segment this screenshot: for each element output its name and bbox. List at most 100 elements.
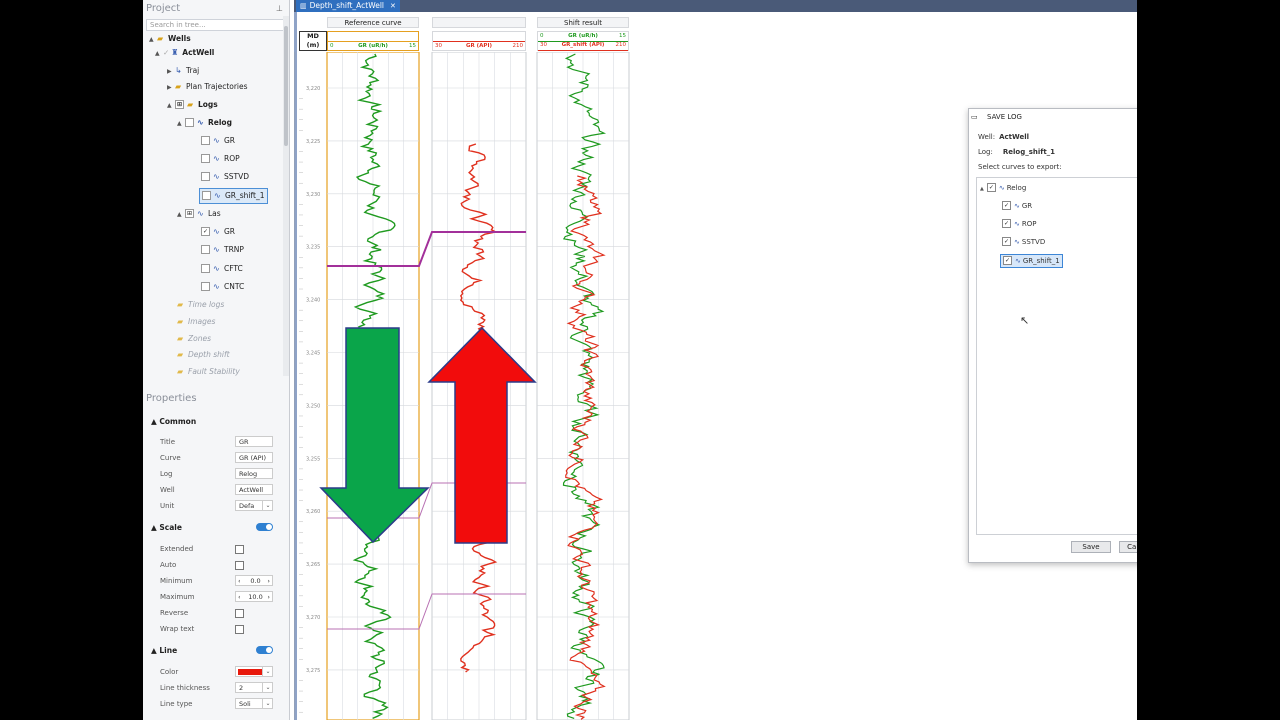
depth-label: 3,270 — [306, 615, 320, 621]
tree-item-las-gr[interactable]: ✓ ∿ GR — [201, 225, 235, 239]
chevron-down-icon[interactable]: ⌄ — [262, 699, 273, 708]
dialog-title-bar: ▭SAVE LOG✕ — [969, 109, 1137, 125]
tree-item-time-logs[interactable]: ▰ Time logs — [177, 298, 224, 312]
result-curve-header: 0 GR (uR/h) 15 30 GR_shift (API) 210 — [537, 31, 629, 51]
depth-label: 3,265 — [306, 562, 320, 568]
list-item-rop[interactable]: ✓ ∿ ROP — [1002, 218, 1036, 230]
project-panel-title: Project — [146, 3, 181, 14]
prop-title-label: Title — [160, 438, 176, 446]
curve-icon: ∿ — [1014, 202, 1020, 210]
list-item-gr-shift[interactable]: ✓ ∿ GR_shift_1 — [1000, 254, 1063, 268]
tree-item-logs[interactable]: ▲ ⊞ ▰ Logs — [167, 98, 218, 112]
prop-curve-field[interactable]: GR (API) — [235, 452, 273, 463]
prop-log-field[interactable]: Relog — [235, 468, 273, 479]
list-item-sstvd[interactable]: ✓ ∿ SSTVD — [1002, 236, 1045, 248]
prop-title-field[interactable]: GR — [235, 436, 273, 447]
tab-depth-shift[interactable]: ▥ Depth_shift_ActWell ✕ — [296, 0, 400, 12]
properties-panel: Properties ▲ Common Title GR Curve GR (A… — [143, 386, 289, 720]
list-item-relog[interactable]: ▲ ✓ ∿ Relog — [980, 182, 1026, 194]
app-window: Project ⊥ Search in tree... ▲ ▰ Wells ▲ ✓ ♜ A… — [143, 0, 1137, 720]
shift-track-title — [432, 17, 526, 28]
prop-line-type-label: Line type — [160, 700, 193, 708]
prop-thickness-label: Line thickness — [160, 684, 210, 692]
properties-title: Properties — [146, 393, 197, 404]
extended-checkbox[interactable] — [235, 545, 244, 554]
log-icon: ∿ — [998, 184, 1005, 192]
tree-item-relog-gr[interactable]: ∿ GR — [201, 134, 235, 148]
tree-item-depth-shift[interactable]: ▰ Depth shift — [177, 348, 230, 362]
chevron-down-icon[interactable]: ⌄ — [262, 501, 273, 510]
tree-item-las-trnp[interactable]: ∿ TRNP — [201, 243, 244, 257]
prop-reverse-label: Reverse — [160, 609, 189, 617]
cancel-button[interactable]: Cancel — [1119, 541, 1137, 553]
tree-item-images[interactable]: ▰ Images — [177, 315, 215, 329]
curve-icon: ∿ — [1015, 257, 1021, 265]
project-tree: ▲ ▰ Wells ▲ ✓ ♜ ActWell ▶ ↳ Traj ▶ ▰ Plan Traject… — [143, 32, 283, 377]
tree-item-relog-gr-shift[interactable]: ∿ GR_shift_1 — [199, 188, 268, 204]
prop-unit-label: Unit — [160, 502, 175, 510]
tree-item-traj[interactable]: ▶ ↳ Traj — [167, 64, 199, 78]
depth-label: 3,275 — [306, 668, 320, 674]
tree-scrollbar[interactable] — [283, 16, 289, 376]
tree-item-relog-sstvd[interactable]: ∿ SSTVD — [201, 170, 249, 184]
left-panel: Project ⊥ Search in tree... ▲ ▰ Wells ▲ ✓ ♜ A… — [143, 0, 290, 720]
minimum-stepper[interactable]: ‹ 0.0 › — [235, 575, 273, 586]
tree-item-fault-stability[interactable]: ▰ Fault Stability — [177, 365, 240, 377]
tree-search-input[interactable]: Search in tree... — [146, 19, 284, 31]
list-item-gr[interactable]: ✓ ∿ GR — [1002, 200, 1032, 212]
curve-icon: ∿ — [1014, 238, 1020, 246]
project-panel-header: Project ⊥ — [143, 1, 289, 17]
tree-item-plan-trajectories[interactable]: ▶ ▰ Plan Trajectories — [167, 80, 248, 94]
depth-label: 3,240 — [306, 298, 320, 304]
dialog-prompt: Select curves to export: — [978, 163, 1062, 171]
depth-label: 3,225 — [306, 139, 320, 145]
arrow-down-icon — [319, 327, 430, 544]
chevron-down-icon[interactable]: ⌄ — [262, 667, 273, 676]
line-toggle[interactable] — [256, 646, 273, 654]
section-common[interactable]: ▲ Common — [151, 417, 196, 426]
mouse-cursor-icon: ↖ — [1020, 314, 1030, 327]
prop-minimum-label: Minimum — [160, 577, 193, 585]
prop-color-label: Color — [160, 668, 179, 676]
maximum-stepper[interactable]: ‹ 10.0 › — [235, 591, 273, 602]
prop-wrap-label: Wrap text — [160, 625, 195, 633]
result-gr-curve — [562, 53, 607, 719]
tree-item-las-cftc[interactable]: ∿ CFTC — [201, 262, 243, 276]
tree-scrollbar-thumb[interactable] — [284, 26, 288, 146]
tree-item-las[interactable]: ▲ ⊞ ∿ Las — [177, 207, 221, 221]
reference-curve-header: 0 GR (uR/h) 15 — [327, 31, 419, 51]
section-line[interactable]: ▲ Line — [151, 646, 177, 655]
md-header: MD (m) — [299, 31, 327, 51]
save-button[interactable]: Save — [1071, 541, 1111, 553]
tree-item-zones[interactable]: ▰ Zones — [177, 332, 211, 346]
dialog-well-row: Well: ActWell — [978, 133, 1030, 141]
reference-track-title: Reference curve — [327, 17, 419, 28]
tree-item-relog-rop[interactable]: ∿ ROP — [201, 152, 240, 166]
depth-label: 3,230 — [306, 192, 320, 198]
tree-item-actwell[interactable]: ▲ ✓ ♜ ActWell — [155, 46, 214, 60]
tree-item-wells[interactable]: ▲ ▰ Wells — [149, 32, 191, 46]
close-icon[interactable]: ✕ — [390, 2, 396, 10]
pin-icon[interactable]: ⊥ — [276, 1, 283, 17]
tree-item-relog[interactable]: ▲ ∿ Relog — [177, 116, 232, 130]
result-track-title: Shift result — [537, 17, 629, 28]
curve-icon: ∿ — [1014, 220, 1020, 228]
prop-well-label: Well — [160, 486, 175, 494]
dialog-log-row: Log: Relog_shift_1 — [978, 148, 1056, 156]
auto-checkbox[interactable] — [235, 561, 244, 570]
log-tab-icon: ▥ — [300, 2, 307, 10]
tab-bar: ▥ Depth_shift_ActWell ✕ — [294, 0, 1137, 12]
tree-item-las-cntc[interactable]: ∿ CNTC — [201, 280, 244, 294]
chevron-down-icon[interactable]: ⌄ — [262, 683, 273, 692]
arrow-up-icon — [427, 326, 537, 544]
prop-maximum-label: Maximum — [160, 593, 195, 601]
section-scale[interactable]: ▲ Scale — [151, 523, 182, 532]
wrap-text-checkbox[interactable] — [235, 625, 244, 634]
main-area: ▥ Depth_shift_ActWell ✕ Reference curve Sh… — [294, 0, 1137, 720]
scale-toggle[interactable] — [256, 523, 273, 531]
save-log-dialog: ▭SAVE LOG✕ Well:ActWell Log:Relog_shift_… — [968, 108, 1137, 563]
depth-label: 3,220 — [306, 86, 320, 92]
reverse-checkbox[interactable] — [235, 609, 244, 618]
prop-well-field[interactable]: ActWell — [235, 484, 273, 495]
depth-label: 3,235 — [306, 245, 320, 251]
